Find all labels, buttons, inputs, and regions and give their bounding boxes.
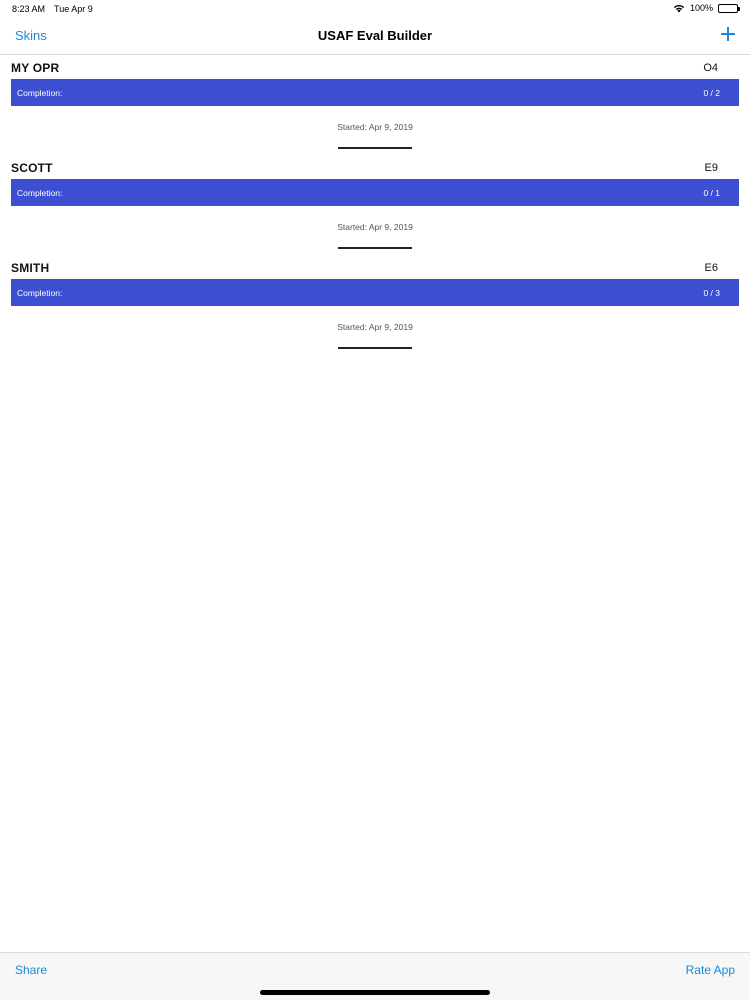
divider bbox=[338, 247, 412, 249]
started-date: Started: Apr 9, 2019 bbox=[337, 222, 413, 232]
started-date: Started: Apr 9, 2019 bbox=[337, 122, 413, 132]
status-date: Tue Apr 9 bbox=[54, 4, 93, 14]
battery-icon bbox=[718, 3, 740, 13]
eval-list: MY OPR O4 Completion: 0 / 2 Started: Apr… bbox=[0, 55, 750, 355]
eval-grade: E6 bbox=[704, 262, 718, 274]
divider bbox=[338, 147, 412, 149]
eval-grade: O4 bbox=[703, 62, 718, 74]
eval-card-scott[interactable]: SCOTT E9 Completion: 0 / 1 Started: Apr … bbox=[0, 155, 750, 255]
home-indicator[interactable] bbox=[260, 990, 490, 995]
eval-name: SCOTT bbox=[11, 161, 53, 175]
completion-bar: Completion: 0 / 2 bbox=[11, 79, 739, 106]
navigation-bar: Skins USAF Eval Builder bbox=[0, 18, 750, 55]
completion-label: Completion: bbox=[17, 88, 63, 98]
status-time: 8:23 AM bbox=[12, 4, 46, 14]
completion-count: 0 / 2 bbox=[703, 88, 720, 98]
eval-name: SMITH bbox=[11, 261, 50, 275]
page-title: USAF Eval Builder bbox=[317, 28, 433, 43]
plus-icon[interactable] bbox=[720, 26, 736, 42]
started-date: Started: Apr 9, 2019 bbox=[337, 322, 413, 332]
battery-percent: 100% bbox=[689, 3, 713, 13]
eval-name: MY OPR bbox=[11, 61, 60, 75]
status-bar: 8:23 AM Tue Apr 9 100% bbox=[0, 0, 750, 18]
eval-card-my-opr[interactable]: MY OPR O4 Completion: 0 / 2 Started: Apr… bbox=[0, 55, 750, 155]
completion-bar: Completion: 0 / 3 bbox=[11, 279, 739, 306]
completion-count: 0 / 3 bbox=[703, 288, 720, 298]
completion-bar: Completion: 0 / 1 bbox=[11, 179, 739, 206]
rate-app-button[interactable]: Rate App bbox=[686, 963, 735, 977]
eval-grade: E9 bbox=[704, 162, 718, 174]
completion-label: Completion: bbox=[17, 188, 63, 198]
completion-count: 0 / 1 bbox=[703, 188, 720, 198]
divider bbox=[338, 347, 412, 349]
wifi-icon bbox=[673, 4, 685, 13]
status-right: 100% bbox=[673, 3, 740, 13]
eval-card-smith[interactable]: SMITH E6 Completion: 0 / 3 Started: Apr … bbox=[0, 255, 750, 355]
completion-label: Completion: bbox=[17, 288, 63, 298]
share-button[interactable]: Share bbox=[15, 963, 47, 977]
status-left: 8:23 AM Tue Apr 9 bbox=[12, 4, 93, 14]
